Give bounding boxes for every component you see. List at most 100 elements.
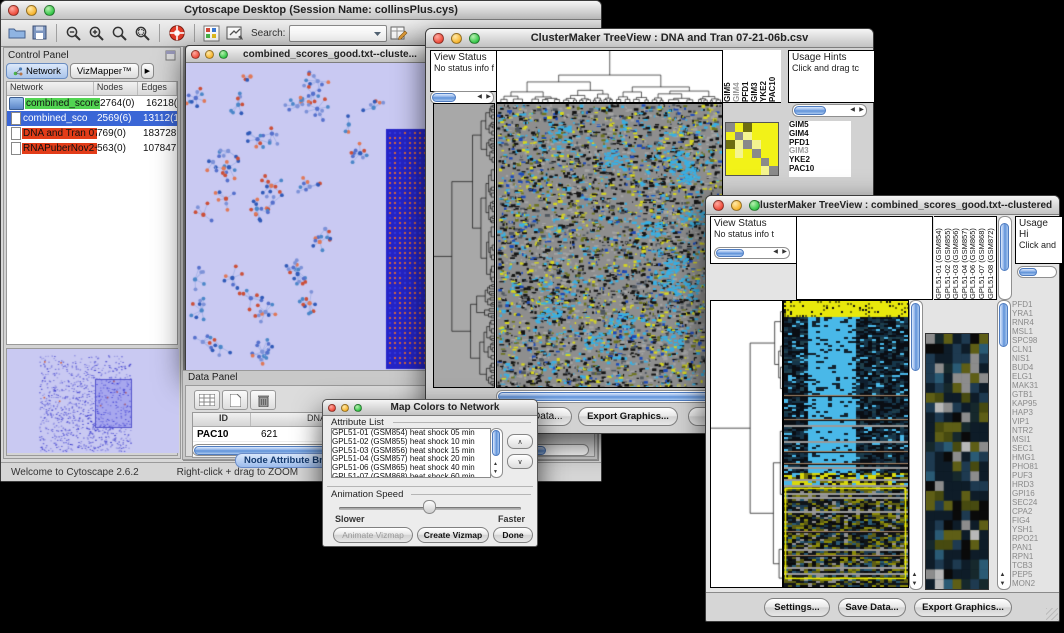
search-input[interactable] <box>289 25 387 42</box>
treeview2-hscrollbar-right[interactable] <box>1017 266 1057 278</box>
expression-heatmap[interactable] <box>783 300 909 588</box>
mini-heatmap-cell[interactable] <box>769 140 778 149</box>
scroll-left-icon[interactable]: ◀ <box>771 248 780 257</box>
zoom-button[interactable] <box>219 50 228 59</box>
genelist-vscrollbar[interactable]: ▲ ▼ <box>997 300 1011 590</box>
mini-heatmap-cell[interactable] <box>769 158 778 167</box>
col-edges[interactable]: Edges <box>138 82 177 95</box>
mini-heatmap-cell[interactable] <box>726 140 735 149</box>
mini-heatmap-cell[interactable] <box>769 166 778 175</box>
gene-label[interactable]: PFD1 <box>1012 300 1057 309</box>
network-list-row[interactable]: combined_scores 2764(0) 16218(0) <box>7 96 177 111</box>
gene-label[interactable]: NIS1 <box>1012 354 1057 363</box>
treeview1-hscrollbar-right[interactable]: ◀ ▶ <box>792 104 867 117</box>
mini-heatmap-cell[interactable] <box>752 140 761 149</box>
column-label[interactable]: GPL51-08 (GSM872) <box>986 217 995 299</box>
move-up-button[interactable]: ∧ <box>507 434 533 449</box>
mini-heatmap-cell[interactable] <box>769 149 778 158</box>
mini-heatmap-cell[interactable] <box>735 158 744 167</box>
column-dendrogram[interactable] <box>496 50 723 103</box>
close-button[interactable] <box>8 5 19 16</box>
attribute-list[interactable]: GPL51-01 (GSM854) heat shock 05 minGPL51… <box>331 428 491 478</box>
vizmapper-grid-icon[interactable] <box>203 25 220 42</box>
mini-heatmap-cell[interactable] <box>735 149 744 158</box>
scroll-down-icon[interactable]: ▼ <box>910 580 919 589</box>
cluster-mini-heatmap[interactable] <box>725 122 779 176</box>
zoom-region-icon[interactable] <box>134 25 151 42</box>
gene-label[interactable]: YSH1 <box>1012 525 1057 534</box>
gene-label[interactable]: TCB3 <box>1012 561 1057 570</box>
dialog-titlebar[interactable]: Map Colors to Network <box>323 400 537 416</box>
mini-heatmap-cell[interactable] <box>761 149 770 158</box>
close-button[interactable] <box>433 33 444 44</box>
mini-heatmap-cell[interactable] <box>761 158 770 167</box>
zoom-button[interactable] <box>749 200 760 211</box>
column-label[interactable]: GPL51-03 (GSM856) <box>951 217 960 299</box>
gene-label[interactable]: BUD4 <box>1012 363 1057 372</box>
zoom-in-icon[interactable] <box>88 25 105 42</box>
attribute-list-vscrollbar[interactable]: ▲ ▼ <box>490 428 503 478</box>
window-controls[interactable] <box>1 5 55 16</box>
gene-label[interactable]: PHO81 <box>1012 462 1057 471</box>
minimize-button[interactable] <box>731 200 742 211</box>
overview-canvas[interactable] <box>7 349 179 453</box>
scroll-left-icon[interactable]: ◀ <box>848 106 857 115</box>
float-panel-icon[interactable] <box>165 50 176 61</box>
mini-heatmap-cell[interactable] <box>761 140 770 149</box>
scroll-up-icon[interactable]: ▲ <box>998 571 1007 580</box>
resize-grip[interactable] <box>1046 608 1058 620</box>
scroll-left-icon[interactable]: ◀ <box>475 93 484 102</box>
gene-label[interactable]: CLN1 <box>1012 345 1057 354</box>
close-button[interactable] <box>328 404 336 412</box>
column-label[interactable]: GPL51-02 (GSM855) <box>943 217 952 299</box>
col-id[interactable]: ID <box>193 413 251 426</box>
network-list-row[interactable]: DNA and Tran 07 769(0) 183728(0) <box>7 126 177 141</box>
column-label[interactable]: GPL51-06 (GSM865) <box>968 217 977 299</box>
select-attributes-icon[interactable] <box>194 390 220 410</box>
mini-heatmap-cell[interactable] <box>769 132 778 141</box>
new-attribute-icon[interactable] <box>222 390 248 410</box>
attribute-list-item[interactable]: GPL51-07 (GSM868) heat shock 60 min <box>332 473 490 478</box>
network-list-header[interactable]: Network Nodes Edges <box>7 82 177 96</box>
scroll-up-icon[interactable]: ▲ <box>910 571 919 580</box>
create-vizmap-button[interactable]: Create Vizmap <box>417 527 489 543</box>
treeview2-vscrollbar-labels[interactable] <box>998 216 1012 300</box>
mini-heatmap-cell[interactable] <box>752 158 761 167</box>
close-button[interactable] <box>713 200 724 211</box>
row-dendrogram[interactable] <box>710 300 783 588</box>
animation-speed-slider-thumb[interactable] <box>423 500 436 514</box>
mini-heatmap-cell[interactable] <box>726 166 735 175</box>
mini-heatmap-cell[interactable] <box>735 132 744 141</box>
gene-label[interactable]: CPA2 <box>1012 507 1057 516</box>
gene-label[interactable]: ELG1 <box>1012 372 1057 381</box>
move-down-button[interactable]: ∨ <box>507 454 533 469</box>
gene-label[interactable]: GTB1 <box>1012 390 1057 399</box>
gene-label[interactable]: PUF3 <box>1012 471 1057 480</box>
mini-heatmap-cell[interactable] <box>761 123 770 132</box>
column-label[interactable]: PFD1 <box>741 50 750 102</box>
scroll-right-icon[interactable]: ▶ <box>857 106 866 115</box>
gene-label[interactable]: MAK31 <box>1012 381 1057 390</box>
network-window-titlebar[interactable]: combined_scores_good.txt--cluste... <box>186 46 434 63</box>
minimize-button[interactable] <box>26 5 37 16</box>
gene-label[interactable]: RPO21 <box>1012 534 1057 543</box>
column-label[interactable]: GIM3 <box>750 50 759 102</box>
attribute-editor-icon[interactable] <box>390 25 408 41</box>
mini-heatmap-cell[interactable] <box>726 132 735 141</box>
gene-label[interactable]: PEP5 <box>1012 570 1057 579</box>
zoomed-cluster-heatmap[interactable] <box>925 333 989 590</box>
column-label[interactable]: GPL51-01 (GSM854) <box>934 217 943 299</box>
mini-heatmap-cell[interactable] <box>735 123 744 132</box>
column-label[interactable]: GPL51-07 (GSM868) <box>977 217 986 299</box>
minimize-button[interactable] <box>451 33 462 44</box>
mini-heatmap-cell[interactable] <box>735 140 744 149</box>
dropdown-arrow-icon[interactable] <box>372 28 383 39</box>
scroll-right-icon[interactable]: ▶ <box>780 248 789 257</box>
column-label[interactable]: GIM4 <box>732 50 741 102</box>
gene-label[interactable]: NTR2 <box>1012 426 1057 435</box>
settings-button[interactable]: Settings... <box>764 598 830 617</box>
gene-label[interactable]: MSI1 <box>1012 435 1057 444</box>
mini-heatmap-cell[interactable] <box>752 166 761 175</box>
gene-label[interactable]: RNR4 <box>1012 318 1057 327</box>
mini-heatmap-cell[interactable] <box>752 132 761 141</box>
